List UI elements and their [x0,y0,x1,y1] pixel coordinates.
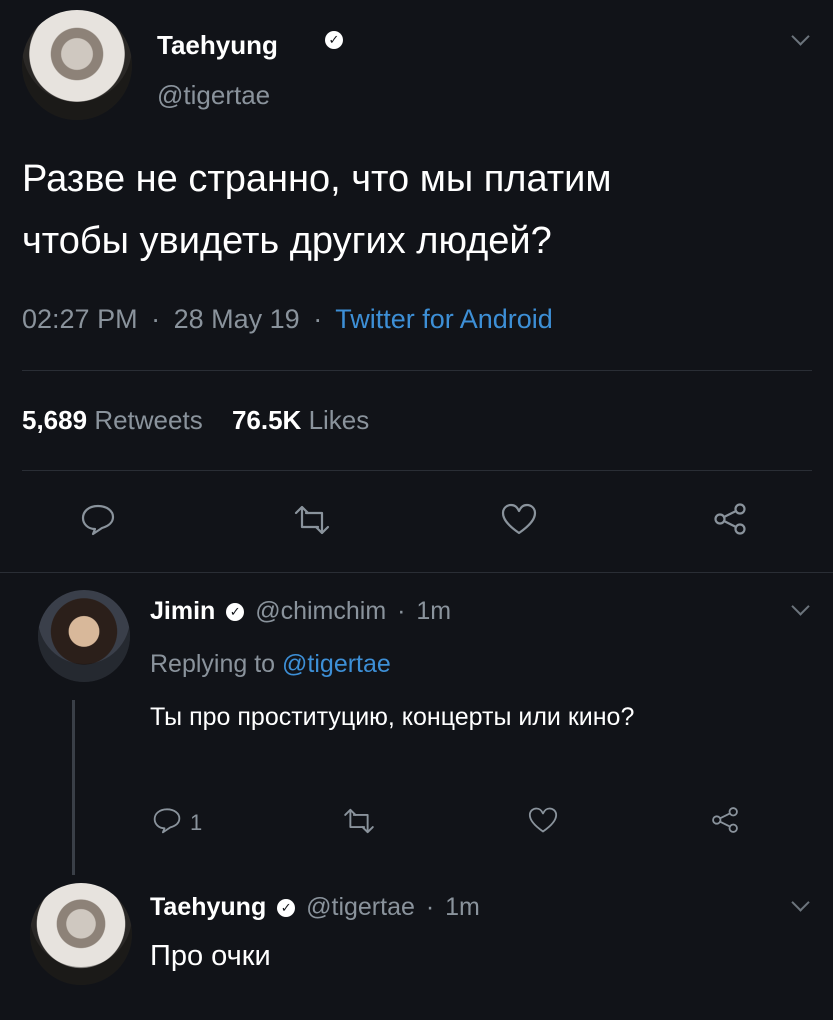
reply-count: 1 [190,810,203,835]
tweet-date: 28 May 19 [173,304,300,334]
retweets-count: 5,689 [22,405,88,435]
tweet-text: Разве не странно, что мы платим чтобы ув… [22,148,612,272]
replying-handle-link[interactable]: @tigertae [282,650,391,678]
reply-header: Taehyung ✓ @tigertae · 1m [150,893,480,922]
separator: · [151,304,161,334]
likes-count: 76.5K [231,405,302,435]
client-link[interactable]: Twitter for Android [335,304,553,334]
avatar[interactable] [30,883,132,985]
separator: · [313,304,323,334]
share-icon[interactable] [710,806,740,834]
heart-icon[interactable] [500,502,538,536]
reply-text: Про очки [150,940,271,972]
reply-handle[interactable]: @tigertae [306,893,415,921]
reply-display-name[interactable]: Jimin [150,597,215,625]
tweet-text-line: Разве не странно, что мы платим [22,158,612,200]
retweet-icon[interactable] [340,808,378,834]
tweet-meta: 02:27 PM · 28 May 19 · Twitter for Andro… [22,304,553,335]
avatar[interactable] [22,10,132,120]
reply-handle[interactable]: @chimchim [255,597,386,625]
share-icon[interactable] [712,502,748,536]
reply-header: Jimin ✓ @chimchim · 1m [150,597,451,626]
separator: · [425,893,435,921]
replying-to: Replying to @tigertae [150,650,391,679]
retweet-icon[interactable] [290,505,334,535]
likes-stat[interactable]: 76.5K Likes [232,405,369,435]
reply-time: 1m [416,597,452,625]
main-handle[interactable]: @tigertae [157,80,270,111]
thread-line [72,700,75,875]
comment-icon[interactable] [152,806,182,834]
chevron-down-icon[interactable] [791,27,810,46]
likes-label: Likes [308,405,370,435]
chevron-down-icon[interactable] [791,597,810,616]
verified-badge-icon: ✓ [325,31,343,49]
verified-badge-icon: ✓ [226,603,245,622]
divider [0,572,833,573]
separator: · [397,597,406,625]
divider [22,370,812,371]
avatar[interactable] [38,590,130,682]
chevron-down-icon[interactable] [791,893,810,912]
main-display-name[interactable]: Taehyung [157,30,278,61]
comment-icon[interactable] [80,502,116,536]
retweets-label: Retweets [94,405,203,435]
tweet-time: 02:27 PM [22,304,138,334]
replying-prefix: Replying to [150,650,276,678]
reply-time: 1m [445,893,480,921]
verified-badge-icon: ✓ [277,899,296,918]
tweet-stats: 5,689 Retweets 76.5K Likes [22,405,369,436]
divider [22,470,812,471]
tweet-text-line: чтобы увидеть других людей? [22,220,552,262]
heart-icon[interactable] [527,806,559,834]
retweets-stat[interactable]: 5,689 Retweets [22,405,210,435]
reply-display-name[interactable]: Taehyung [150,893,266,921]
reply-text: Ты про проституцию, концерты или кино? [150,703,635,731]
